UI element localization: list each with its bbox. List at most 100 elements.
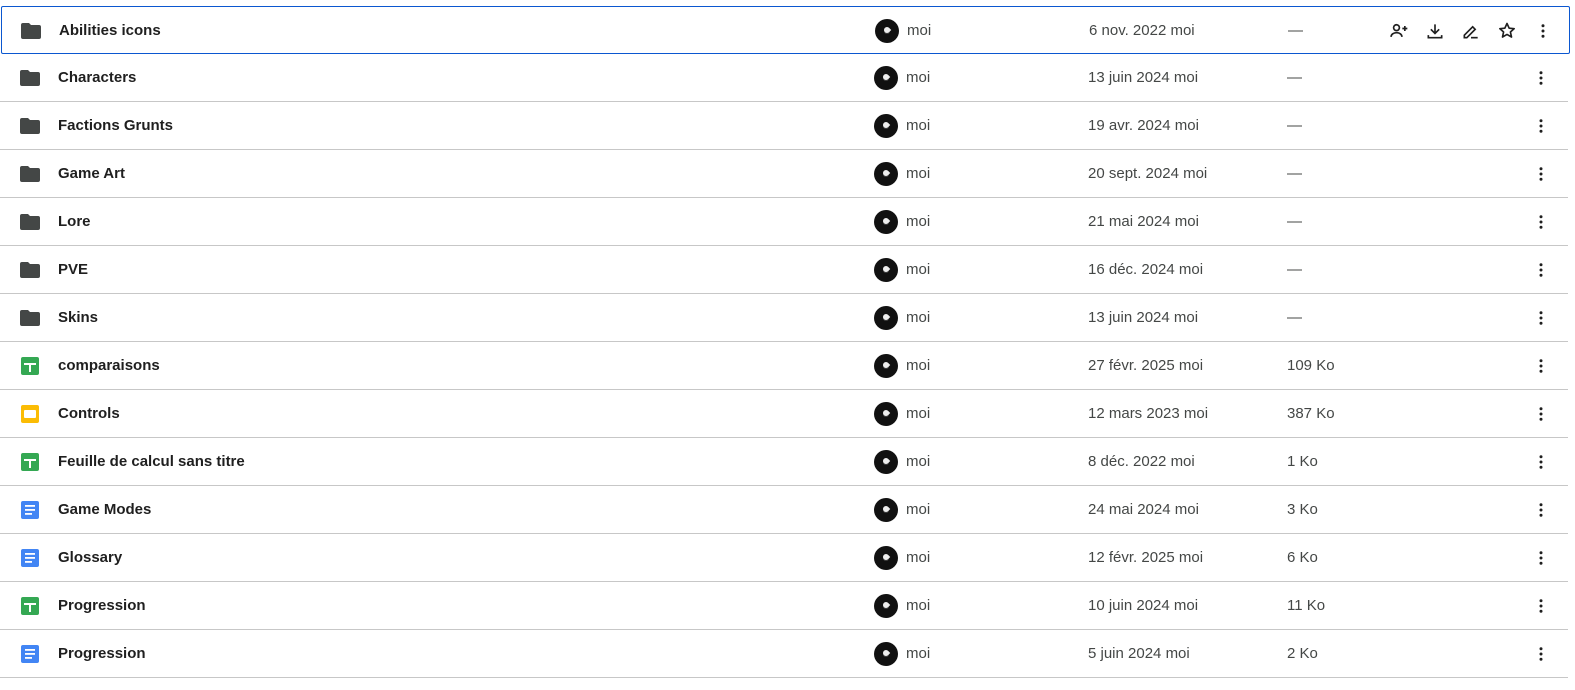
avatar [874, 113, 898, 138]
owner-name: moi [907, 22, 932, 39]
file-row[interactable]: comparaisons moi 27 févr. 2025 moi 109 Ko [0, 342, 1568, 390]
folder-icon [20, 7, 42, 54]
modified-date: 13 juin 2024 moi [1088, 309, 1199, 326]
owner-cell: moi [874, 150, 930, 197]
file-name[interactable]: Glossary [58, 534, 122, 581]
owner-cell: moi [874, 342, 930, 389]
avatar [874, 593, 898, 618]
file-size: 387 Ko [1287, 405, 1335, 422]
file-list: Abilities icons moi 6 nov. 2022 moi — Charac… [0, 6, 1570, 678]
sheets-icon [19, 438, 41, 485]
owner-cell: moi [874, 54, 930, 101]
share-icon[interactable] [1387, 19, 1411, 43]
avatar [874, 449, 898, 474]
more-vert-icon[interactable] [1529, 498, 1553, 522]
folder-icon [19, 54, 41, 101]
sheets-icon [19, 582, 41, 629]
avatar [874, 257, 898, 282]
more-vert-icon[interactable] [1531, 19, 1555, 43]
file-name[interactable]: Progression [58, 582, 146, 629]
owner-name: moi [906, 117, 931, 134]
file-name[interactable]: PVE [58, 246, 88, 293]
owner-name: moi [906, 453, 931, 470]
modified-date: 10 juin 2024 moi [1088, 597, 1199, 614]
more-vert-icon[interactable] [1529, 162, 1553, 186]
file-size: 1 Ko [1287, 453, 1318, 470]
modified-date: 8 déc. 2022 moi [1088, 453, 1195, 470]
owner-cell: moi [874, 534, 930, 581]
file-size: — [1287, 165, 1302, 182]
modified-date: 5 juin 2024 moi [1088, 645, 1190, 662]
file-name[interactable]: Characters [58, 54, 136, 101]
owner-cell: moi [874, 102, 930, 149]
more-vert-icon[interactable] [1529, 354, 1553, 378]
more-vert-icon[interactable] [1529, 402, 1553, 426]
modified-date: 16 déc. 2024 moi [1088, 261, 1204, 278]
file-row[interactable]: Factions Grunts moi 19 avr. 2024 moi — [0, 102, 1568, 150]
file-size: 109 Ko [1287, 357, 1335, 374]
file-name[interactable]: comparaisons [58, 342, 160, 389]
avatar [874, 65, 898, 90]
file-size: — [1287, 213, 1302, 230]
download-icon[interactable] [1423, 19, 1447, 43]
owner-name: moi [906, 213, 931, 230]
owner-cell: moi [874, 294, 930, 341]
file-name[interactable]: Game Art [58, 150, 125, 197]
file-name[interactable]: Controls [58, 390, 120, 437]
rename-icon[interactable] [1459, 19, 1483, 43]
more-vert-icon[interactable] [1529, 114, 1553, 138]
avatar [874, 161, 898, 186]
owner-name: moi [906, 501, 931, 518]
file-row[interactable]: Game Modes moi 24 mai 2024 moi 3 Ko [0, 486, 1568, 534]
owner-cell: moi [874, 486, 930, 533]
avatar [874, 641, 898, 666]
owner-cell: moi [874, 390, 930, 437]
owner-name: moi [906, 549, 931, 566]
file-row[interactable]: Characters moi 13 juin 2024 moi — [0, 54, 1568, 102]
file-size: 2 Ko [1287, 645, 1318, 662]
file-row[interactable]: PVE moi 16 déc. 2024 moi — [0, 246, 1568, 294]
more-vert-icon[interactable] [1529, 306, 1553, 330]
avatar [874, 545, 898, 570]
more-vert-icon[interactable] [1529, 210, 1553, 234]
more-vert-icon[interactable] [1529, 450, 1553, 474]
owner-cell: moi [875, 7, 931, 54]
file-row[interactable]: Controls moi 12 mars 2023 moi 387 Ko [0, 390, 1568, 438]
file-row[interactable]: Progression moi 5 juin 2024 moi 2 Ko [0, 630, 1568, 678]
owner-name: moi [906, 597, 931, 614]
more-vert-icon[interactable] [1529, 594, 1553, 618]
file-name[interactable]: Factions Grunts [58, 102, 173, 149]
more-vert-icon[interactable] [1529, 642, 1553, 666]
folder-icon [19, 294, 41, 341]
owner-cell: moi [874, 198, 930, 245]
file-row[interactable]: Lore moi 21 mai 2024 moi — [0, 198, 1568, 246]
file-name[interactable]: Feuille de calcul sans titre [58, 438, 245, 485]
more-vert-icon[interactable] [1529, 258, 1553, 282]
owner-name: moi [906, 357, 931, 374]
file-row[interactable]: Glossary moi 12 févr. 2025 moi 6 Ko [0, 534, 1568, 582]
file-size: 6 Ko [1287, 549, 1318, 566]
modified-date: 13 juin 2024 moi [1088, 69, 1199, 86]
file-row[interactable]: Game Art moi 20 sept. 2024 moi — [0, 150, 1568, 198]
file-size: — [1287, 261, 1302, 278]
avatar [874, 209, 898, 234]
more-vert-icon[interactable] [1529, 66, 1553, 90]
file-row[interactable]: Abilities icons moi 6 nov. 2022 moi — [1, 6, 1570, 54]
file-name[interactable]: Abilities icons [59, 7, 161, 54]
file-row[interactable]: Progression moi 10 juin 2024 moi 11 Ko [0, 582, 1568, 630]
folder-icon [19, 102, 41, 149]
file-name[interactable]: Game Modes [58, 486, 151, 533]
file-row[interactable]: Skins moi 13 juin 2024 moi — [0, 294, 1568, 342]
file-name[interactable]: Progression [58, 630, 146, 677]
modified-date: 21 mai 2024 moi [1088, 213, 1199, 230]
star-icon[interactable] [1495, 19, 1519, 43]
modified-date: 19 avr. 2024 moi [1088, 117, 1199, 134]
owner-cell: moi [874, 630, 930, 677]
file-row[interactable]: Feuille de calcul sans titre moi 8 déc. 20… [0, 438, 1568, 486]
file-name[interactable]: Lore [58, 198, 91, 245]
owner-name: moi [906, 309, 931, 326]
more-vert-icon[interactable] [1529, 546, 1553, 570]
avatar [874, 353, 898, 378]
file-size: — [1287, 117, 1302, 134]
file-name[interactable]: Skins [58, 294, 98, 341]
